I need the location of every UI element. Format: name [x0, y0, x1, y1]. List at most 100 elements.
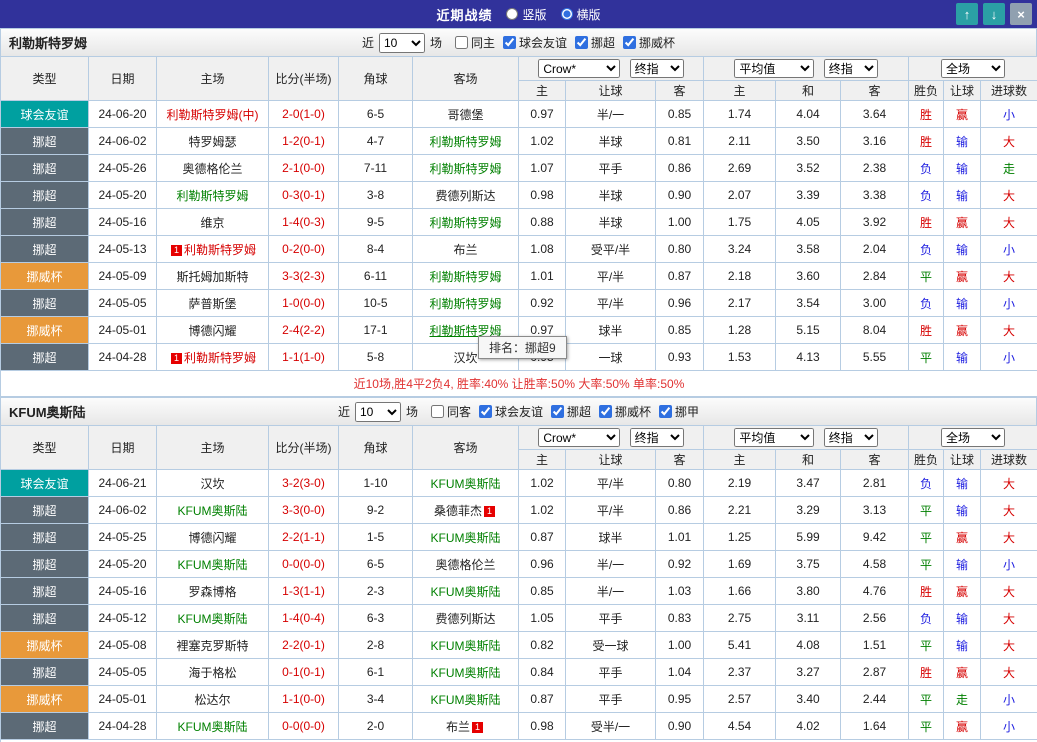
- filter-checkbox-同客[interactable]: 同客: [430, 403, 471, 420]
- match-type-badge: 挪威杯: [0, 316, 89, 344]
- vertical-radio-input[interactable]: [506, 8, 519, 20]
- match-date: 24-05-16: [88, 208, 157, 236]
- move-up-button[interactable]: ↑: [956, 3, 978, 25]
- corner-score: 4-7: [338, 127, 413, 155]
- odds-provider-stage-select[interactable]: 终指: [629, 59, 684, 78]
- away-team[interactable]: KFUM奥斯陆: [431, 477, 501, 491]
- away-team[interactable]: 布兰: [446, 720, 470, 734]
- filter-checkbox-挪威杯[interactable]: 挪威杯: [599, 403, 651, 420]
- match-row: 挪威杯 24-05-09 斯托姆加斯特 3-3(2-3) 6-11 利勒斯特罗姆 1.01 平…: [0, 262, 1037, 290]
- home-team[interactable]: 斯托姆加斯特: [176, 270, 248, 284]
- scope-select[interactable]: 全场: [941, 59, 1006, 78]
- home-team[interactable]: 利勒斯特罗姆: [184, 351, 256, 365]
- match-score: 3-3(2-3): [268, 262, 339, 290]
- layout-radio-horizontal[interactable]: 横版: [560, 6, 601, 23]
- away-team[interactable]: 布兰: [453, 243, 477, 257]
- home-team[interactable]: 利勒斯特罗姆: [176, 189, 248, 203]
- layout-radio-vertical[interactable]: 竖版: [506, 6, 547, 23]
- filter-checkbox-挪超[interactable]: 挪超: [551, 403, 591, 420]
- home-team[interactable]: KFUM奥斯陆: [178, 504, 248, 518]
- away-team[interactable]: 奥德格伦兰: [435, 558, 495, 572]
- scope-select[interactable]: 全场: [941, 428, 1006, 447]
- home-team[interactable]: KFUM奥斯陆: [178, 558, 248, 572]
- checkbox-input[interactable]: [551, 405, 564, 418]
- avg-draw-odds: 4.08: [775, 631, 842, 659]
- match-count-select[interactable]: 10: [354, 401, 401, 422]
- checkbox-input[interactable]: [454, 36, 468, 49]
- home-team[interactable]: 松达尔: [194, 693, 230, 707]
- home-team[interactable]: 维京: [200, 216, 224, 230]
- checkbox-label: 球会友谊: [494, 405, 543, 419]
- avg-odds-stage-select[interactable]: 终指: [823, 428, 878, 447]
- filter-checkbox-挪超[interactable]: 挪超: [575, 34, 615, 51]
- checkbox-input[interactable]: [599, 405, 613, 418]
- close-button[interactable]: ×: [1010, 3, 1032, 25]
- result-goals: 大: [980, 577, 1037, 605]
- home-team[interactable]: 罗森博格: [188, 585, 236, 599]
- away-team[interactable]: 利勒斯特罗姆: [429, 135, 501, 149]
- match-row: 挪威杯 24-05-08 裡塞克罗斯特 2-2(0-1) 2-8 KFUM奥斯陆 0.82 受…: [0, 631, 1037, 659]
- away-team[interactable]: KFUM奥斯陆: [431, 666, 501, 680]
- checkbox-input[interactable]: [430, 405, 444, 418]
- filter-checkbox-挪甲[interactable]: 挪甲: [659, 403, 699, 420]
- checkbox-label: 挪超: [567, 405, 592, 419]
- home-team[interactable]: 特罗姆瑟: [188, 135, 236, 149]
- away-team[interactable]: 费德列斯达: [435, 189, 495, 203]
- filter-checkbox-球会友谊[interactable]: 球会友谊: [503, 34, 567, 51]
- odds-provider-select[interactable]: Crow*: [538, 428, 621, 447]
- near-label: 近: [361, 36, 374, 50]
- result-goals: 小: [980, 235, 1037, 263]
- match-score: 2-2(1-1): [268, 523, 339, 551]
- horizontal-radio-input[interactable]: [560, 8, 573, 20]
- avg-odds-select[interactable]: 平均值: [734, 428, 815, 447]
- result-handicap: 输: [943, 343, 982, 371]
- away-team[interactable]: 利勒斯特罗姆: [429, 270, 501, 284]
- table-header-controls-row: 类型 日期 主场 比分(半场) 角球 客场 Crow* 终指 平均值 终指 全场: [0, 425, 1037, 470]
- home-team[interactable]: 裡塞克罗斯特: [176, 639, 248, 653]
- odds-provider-select[interactable]: Crow*: [538, 59, 621, 78]
- filter-checkbox-挪威杯[interactable]: 挪威杯: [623, 34, 675, 51]
- home-team[interactable]: 汉坎: [200, 477, 224, 491]
- checkbox-input[interactable]: [575, 36, 589, 49]
- home-team[interactable]: 博德闪耀: [188, 324, 236, 338]
- avg-odds-stage-select[interactable]: 终指: [823, 59, 878, 78]
- move-down-button[interactable]: ↓: [983, 3, 1005, 25]
- home-team[interactable]: KFUM奥斯陆: [178, 612, 248, 626]
- home-team[interactable]: 海于格松: [188, 666, 236, 680]
- filter-checkbox-同主[interactable]: 同主: [454, 34, 495, 51]
- checkbox-label: 挪威杯: [639, 36, 676, 50]
- home-team[interactable]: 利勒斯特罗姆(中): [167, 108, 259, 122]
- away-team[interactable]: 汉坎: [453, 351, 477, 365]
- home-team[interactable]: 利勒斯特罗姆: [184, 243, 256, 257]
- avg-home-odds: 2.17: [703, 289, 777, 317]
- odds-provider-stage-select[interactable]: 终指: [629, 428, 684, 447]
- checkbox-input[interactable]: [503, 36, 516, 49]
- result-goals: 小: [980, 343, 1037, 371]
- checkbox-input[interactable]: [623, 36, 637, 49]
- away-team[interactable]: KFUM奥斯陆: [431, 639, 501, 653]
- away-team[interactable]: 桑德菲杰: [434, 504, 482, 518]
- result-handicap: 输: [943, 181, 982, 209]
- away-team[interactable]: KFUM奥斯陆: [431, 531, 501, 545]
- match-row: 挪超 24-05-16 维京 1-4(0-3) 9-5 利勒斯特罗姆 0.88 半球 1.00 1…: [0, 208, 1037, 236]
- away-team[interactable]: 利勒斯特罗姆: [429, 162, 501, 176]
- avg-draw-odds: 4.05: [775, 208, 842, 236]
- away-team[interactable]: KFUM奥斯陆: [431, 585, 501, 599]
- away-team[interactable]: 利勒斯特罗姆: [429, 297, 501, 311]
- home-team[interactable]: 奥德格伦兰: [182, 162, 242, 176]
- away-team[interactable]: 费德列斯达: [435, 612, 495, 626]
- checkbox-input[interactable]: [478, 405, 492, 418]
- home-team[interactable]: KFUM奥斯陆: [178, 720, 248, 734]
- avg-away-odds: 4.58: [840, 550, 910, 578]
- avg-odds-select[interactable]: 平均值: [734, 59, 815, 78]
- away-team[interactable]: 哥德堡: [447, 108, 483, 122]
- checkbox-input[interactable]: [659, 405, 673, 418]
- match-score: 0-0(0-0): [268, 712, 339, 740]
- home-team[interactable]: 萨普斯堡: [188, 297, 236, 311]
- home-team[interactable]: 博德闪耀: [188, 531, 236, 545]
- filter-checkbox-球会友谊[interactable]: 球会友谊: [478, 403, 543, 420]
- away-team[interactable]: 利勒斯特罗姆: [429, 216, 501, 230]
- away-team[interactable]: KFUM奥斯陆: [431, 693, 501, 707]
- match-count-select[interactable]: 10: [378, 32, 425, 53]
- avg-away-odds: 3.92: [840, 208, 910, 236]
